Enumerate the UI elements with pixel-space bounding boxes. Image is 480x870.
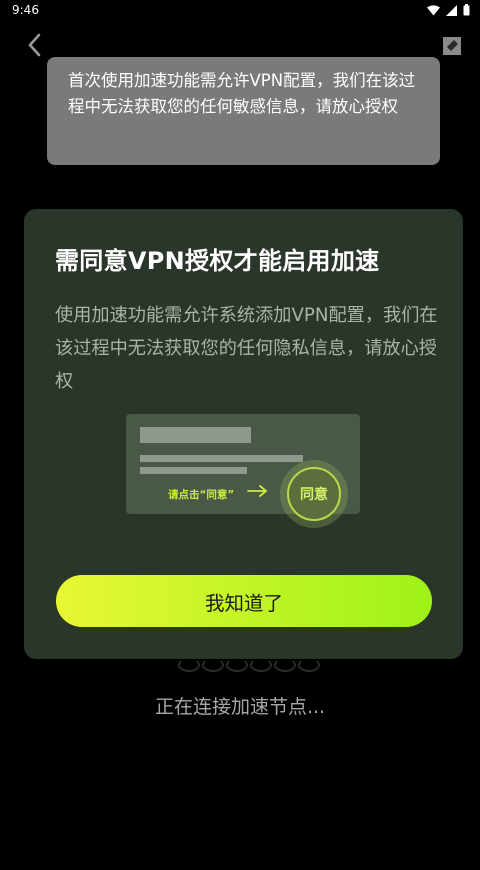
status-icons bbox=[427, 4, 470, 16]
dialog-title: 需同意VPN授权才能启用加速 bbox=[55, 247, 380, 275]
status-time: 9:46 bbox=[12, 3, 39, 17]
vpn-tooltip: 首次使用加速功能需允许VPN配置，我们在该过程中无法获取您的任何敏感信息，请放心… bbox=[47, 57, 440, 165]
loading-text: 正在连接加速节点... bbox=[154, 696, 326, 718]
arrow-right-icon bbox=[247, 485, 267, 497]
placeholder-bar bbox=[140, 467, 247, 474]
battery-icon bbox=[463, 4, 470, 16]
wifi-icon bbox=[427, 4, 440, 16]
placeholder-bar bbox=[140, 455, 303, 462]
back-button[interactable] bbox=[24, 32, 46, 58]
illustration-agree-label: 同意 bbox=[300, 487, 328, 503]
ok-button[interactable]: 我知道了 bbox=[56, 575, 432, 627]
chevron-left-icon bbox=[28, 33, 41, 57]
edit-icon bbox=[443, 37, 461, 55]
dialog-description: 使用加速功能需允许系统添加VPN配置，我们在该过程中无法获取您的任何隐私信息，请… bbox=[55, 305, 438, 392]
illustration-agree-button: 同意 bbox=[287, 467, 341, 521]
edit-button[interactable] bbox=[442, 36, 462, 56]
agree-highlight: 同意 bbox=[280, 460, 348, 528]
illustration-hint: 请点击“同意” bbox=[168, 489, 235, 501]
tooltip-text: 首次使用加速功能需允许VPN配置，我们在该过程中无法获取您的任何敏感信息，请放心… bbox=[68, 71, 416, 116]
loading-dots bbox=[178, 658, 320, 672]
status-bar: 9:46 bbox=[0, 0, 480, 20]
authorization-illustration: 请点击“同意” 同意 bbox=[126, 414, 360, 528]
vpn-auth-dialog: 需同意VPN授权才能启用加速 使用加速功能需允许系统添加VPN配置，我们在该过程… bbox=[24, 209, 463, 659]
placeholder-bar bbox=[140, 427, 251, 443]
signal-icon bbox=[446, 4, 457, 16]
